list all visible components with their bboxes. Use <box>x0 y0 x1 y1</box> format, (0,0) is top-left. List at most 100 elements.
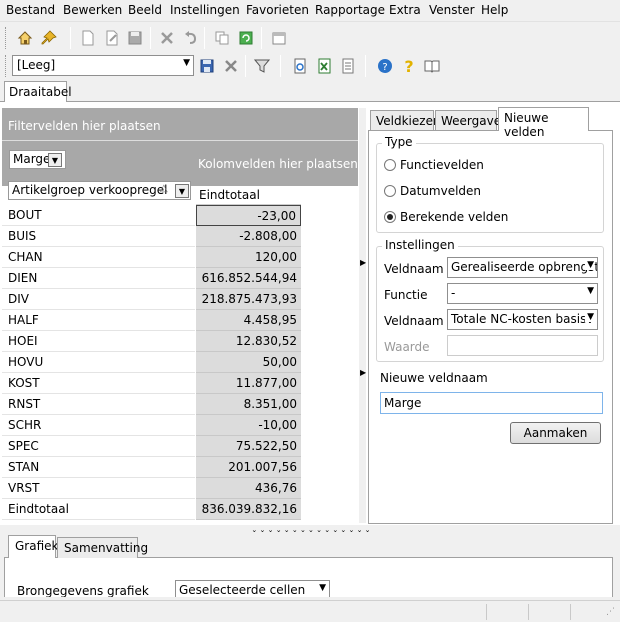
radio-label-datumvelden[interactable]: Datumvelden <box>400 184 481 198</box>
row-value[interactable]: -2.808,00 <box>196 226 301 247</box>
excel-export-icon[interactable] <box>313 55 335 77</box>
row-label[interactable]: KOST <box>2 373 195 394</box>
row-label[interactable]: VRST <box>2 478 195 499</box>
row-value[interactable]: 8.351,00 <box>196 394 301 415</box>
home-icon[interactable] <box>14 27 36 49</box>
waarde-input[interactable] <box>447 335 598 356</box>
tab-grafiek[interactable]: Grafiek <box>8 535 58 558</box>
tab-nieuwe-velden[interactable]: Nieuwe velden <box>498 107 589 139</box>
new-field-name-input[interactable]: Marge <box>380 392 603 414</box>
functie-label: Functie <box>384 288 428 302</box>
row-value[interactable]: 12.830,52 <box>196 331 301 352</box>
menu-bewerken[interactable]: Bewerken <box>63 3 122 17</box>
row-value[interactable]: 436,76 <box>196 478 301 499</box>
menu-extra[interactable]: Extra <box>389 3 421 17</box>
row-value[interactable]: 11.877,00 <box>196 373 301 394</box>
row-field-label: Artikelgroep verkoopregel <box>12 183 168 197</box>
chevron-right-icon[interactable]: ▶ <box>360 368 366 377</box>
radio-label-berekende-velden[interactable]: Berekende velden <box>400 210 508 224</box>
row-label[interactable]: HOEI <box>2 331 195 352</box>
row-label[interactable]: SCHR <box>2 415 195 436</box>
resize-grip-icon[interactable]: ⋰ <box>606 607 615 617</box>
menu-rapportage[interactable]: Rapportage <box>315 3 385 17</box>
tab-veldkiezer[interactable]: Veldkiezer <box>370 110 438 130</box>
row-value[interactable]: 201.007,56 <box>196 457 301 478</box>
layout-select-value: [Leeg] <box>17 58 56 72</box>
window-icon[interactable] <box>268 27 290 49</box>
status-cell <box>528 604 529 620</box>
chevron-down-icon: ▼ <box>317 583 326 593</box>
pin-icon[interactable] <box>38 27 60 49</box>
edit-icon[interactable] <box>101 27 123 49</box>
row-label[interactable]: RNST <box>2 394 195 415</box>
delete-icon[interactable] <box>156 27 178 49</box>
tab-samenvatting[interactable]: Samenvatting <box>57 537 148 558</box>
chevron-down-icon: ▼ <box>183 58 190 68</box>
radio-label-functievelden[interactable]: Functievelden <box>400 158 484 172</box>
tab-weergave[interactable]: Weergave <box>435 110 501 130</box>
chevron-down-icon[interactable]: ▼ <box>48 153 62 167</box>
row-label[interactable]: CHAN <box>2 247 195 268</box>
veldnaam2-select-value: Totale NC-kosten basisv <box>451 312 594 326</box>
row-value[interactable]: 75.522,50 <box>196 436 301 457</box>
row-label[interactable]: HALF <box>2 310 195 331</box>
source-data-value: Geselecteerde cellen <box>179 583 306 597</box>
vertical-splitter[interactable] <box>359 108 366 523</box>
veldnaam-label: Veldnaam <box>384 262 444 276</box>
svg-text:?: ? <box>404 58 413 74</box>
book-icon[interactable] <box>421 55 443 77</box>
row-value[interactable]: 120,00 <box>196 247 301 268</box>
print-preview-icon[interactable] <box>289 55 311 77</box>
refresh-icon[interactable] <box>235 27 257 49</box>
menu-venster[interactable]: Venster <box>429 3 475 17</box>
radio-datumvelden[interactable] <box>384 185 396 197</box>
undo-icon[interactable] <box>180 27 202 49</box>
row-label[interactable]: BUIS <box>2 226 195 247</box>
row-label[interactable]: DIV <box>2 289 195 310</box>
delete-layout-icon[interactable] <box>220 55 242 77</box>
toolbar-grip[interactable] <box>5 55 8 77</box>
row-value[interactable]: 616.852.544,94 <box>196 268 301 289</box>
create-button[interactable]: Aanmaken <box>510 422 601 444</box>
column-zone[interactable]: Kolomvelden hier plaatsen <box>198 157 358 171</box>
menu-bestand[interactable]: Bestand <box>6 3 55 17</box>
radio-functievelden[interactable] <box>384 159 396 171</box>
type-group-title: Type <box>382 135 416 149</box>
row-label[interactable]: BOUT <box>2 205 195 226</box>
menu-help[interactable]: Help <box>481 3 508 17</box>
menu-favorieten[interactable]: Favorieten <box>246 3 309 17</box>
horizontal-splitter[interactable]: ⌄ ⌄ ⌄ ⌄ ⌄ ⌄ ⌄ ⌄ ⌄ ⌄ ⌄ ⌄ ⌄ ⌄ ⌄ <box>219 526 403 534</box>
row-value[interactable]: -23,00 <box>196 205 301 226</box>
settings-icon[interactable] <box>337 55 359 77</box>
tab-draaitabel[interactable]: Draaitabel <box>4 81 72 102</box>
row-value[interactable]: 50,00 <box>196 352 301 373</box>
veldnaam-select[interactable]: Gerealiseerde opbrengst ▼ <box>447 257 598 278</box>
save-icon[interactable] <box>124 27 146 49</box>
help-icon[interactable]: ? <box>374 55 396 77</box>
toolbar-grip[interactable] <box>5 27 8 49</box>
copy-icon[interactable] <box>211 27 233 49</box>
chevron-down-icon[interactable]: ▼ <box>175 184 189 198</box>
new-document-icon[interactable] <box>77 27 99 49</box>
sort-icon[interactable]: △ <box>160 183 168 194</box>
row-value[interactable]: -10,00 <box>196 415 301 436</box>
question-icon[interactable]: ? <box>398 55 420 77</box>
grand-total-value[interactable]: 836.039.832,16 <box>196 499 301 520</box>
menu-instellingen[interactable]: Instellingen <box>170 3 240 17</box>
row-label[interactable]: DIEN <box>2 268 195 289</box>
chevron-right-icon[interactable]: ▶ <box>360 258 366 267</box>
functie-select[interactable]: - ▼ <box>447 283 598 304</box>
grand-total-label[interactable]: Eindtotaal <box>2 499 195 520</box>
save-layout-icon[interactable] <box>196 55 218 77</box>
row-label[interactable]: STAN <box>2 457 195 478</box>
veldnaam2-select[interactable]: Totale NC-kosten basisv ▼ <box>447 309 598 330</box>
filter-icon[interactable] <box>251 55 273 77</box>
row-label[interactable]: HOVU <box>2 352 195 373</box>
source-data-select[interactable]: Geselecteerde cellen ▼ <box>175 580 330 597</box>
menu-beeld[interactable]: Beeld <box>128 3 162 17</box>
row-value[interactable]: 218.875.473,93 <box>196 289 301 310</box>
radio-berekende-velden[interactable] <box>384 211 396 223</box>
row-label[interactable]: SPEC <box>2 436 195 457</box>
row-value[interactable]: 4.458,95 <box>196 310 301 331</box>
layout-select[interactable]: [Leeg] ▼ <box>12 55 194 76</box>
